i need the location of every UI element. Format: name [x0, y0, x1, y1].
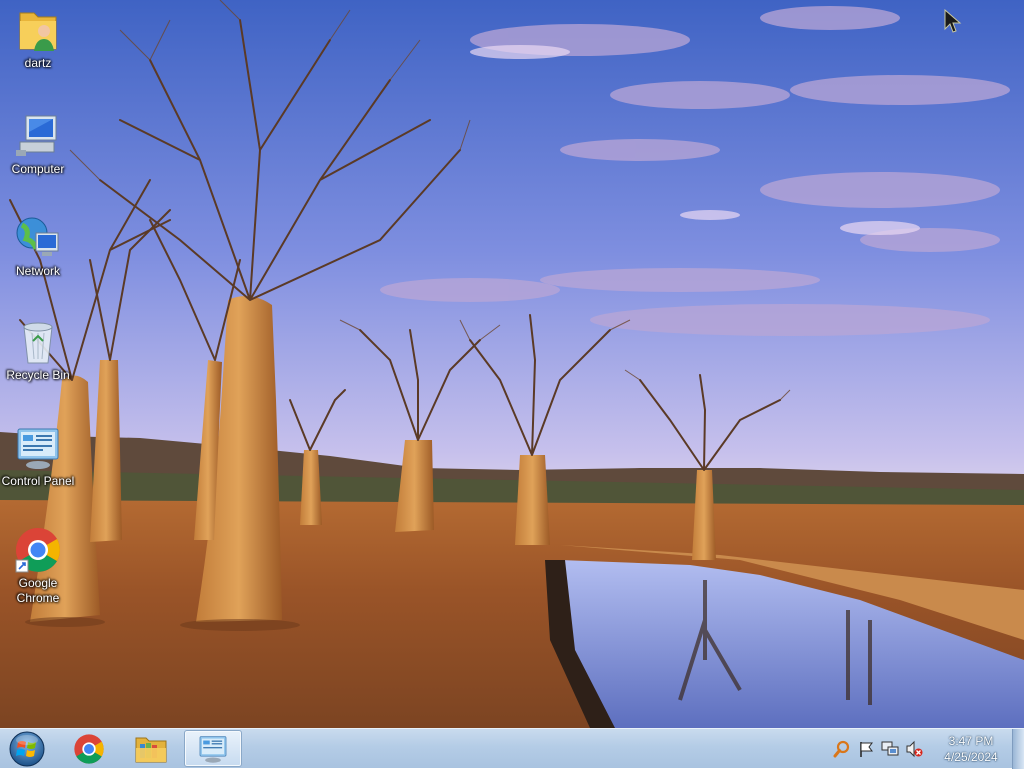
network-icon — [14, 214, 62, 262]
system-tray: 3:47 PM 4/25/2024 — [832, 729, 1010, 769]
desktop-icon-label: Control Panel — [1, 474, 75, 488]
desktop-icon-label: Recycle Bin — [6, 368, 70, 382]
show-desktop-button[interactable] — [1012, 729, 1024, 769]
desktop-icon-computer[interactable]: Computer — [0, 112, 76, 177]
mouse-cursor-icon — [944, 9, 962, 33]
taskbar-chrome-button[interactable] — [60, 730, 118, 767]
chrome-icon — [74, 733, 104, 764]
desktop-wallpaper — [0, 0, 1024, 728]
desktop-icon-label: Google Chrome — [16, 576, 60, 605]
desktop-icon-google-chrome[interactable]: Google Chrome — [0, 526, 76, 606]
taskbar-explorer-button[interactable] — [122, 730, 180, 767]
control-panel-icon — [14, 424, 62, 472]
recycle-bin-icon — [14, 318, 62, 366]
magnifier-icon[interactable] — [832, 739, 852, 759]
clock-time: 3:47 PM — [948, 734, 994, 748]
clock-date: 4/25/2024 — [944, 750, 998, 764]
desktop-icon-label: Network — [15, 264, 60, 278]
chrome-icon — [14, 526, 62, 574]
control-panel-icon — [199, 735, 227, 763]
desktop-icon-control-panel[interactable]: Control Panel — [0, 424, 76, 489]
desktop-icon-label: dartz — [24, 56, 52, 70]
windows-start-icon — [9, 731, 45, 767]
network-status-icon[interactable] — [880, 739, 900, 759]
user-folder-icon — [14, 6, 62, 54]
start-button[interactable] — [4, 730, 50, 768]
desktop-icon-network[interactable]: Network — [0, 214, 76, 279]
desktop-icon-label: Computer — [11, 162, 65, 176]
desktop-icon-dartz[interactable]: dartz — [0, 6, 76, 71]
clock[interactable]: 3:47 PM 4/25/2024 — [932, 733, 1010, 765]
action-center-flag-icon[interactable] — [856, 739, 876, 759]
desktop-icon-recycle-bin[interactable]: Recycle Bin — [0, 318, 76, 383]
taskbar: 3:47 PM 4/25/2024 — [0, 728, 1024, 769]
computer-icon — [14, 112, 62, 160]
volume-muted-icon[interactable] — [904, 739, 924, 759]
taskbar-control-panel-button[interactable] — [184, 730, 242, 767]
folder-library-icon — [135, 737, 167, 762]
